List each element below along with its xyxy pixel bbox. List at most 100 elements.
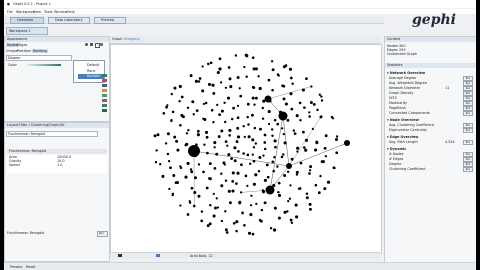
attribute-select[interactable]: Degree [6,55,72,61]
graph-node[interactable] [230,157,233,160]
graph-node[interactable] [288,67,293,71]
graph-node[interactable] [320,95,323,98]
graph-node[interactable] [186,213,190,216]
preview-mode-button[interactable]: Preview [94,17,126,24]
graph-node[interactable] [218,57,222,61]
graph-node[interactable] [206,151,209,155]
graph-node[interactable] [242,125,245,128]
graph-node[interactable] [265,163,269,167]
graph-node[interactable] [295,170,299,174]
graph-node[interactable] [308,111,311,114]
graph-node[interactable] [252,86,256,89]
reset-button[interactable]: Reset [26,265,35,269]
graph-node[interactable] [294,203,298,207]
graph-node[interactable] [276,73,280,76]
graph-node[interactable] [308,207,312,211]
graph-node[interactable] [299,161,303,165]
graph-node[interactable] [192,113,195,116]
graph-node[interactable] [317,191,321,195]
graph-node[interactable] [201,65,204,68]
graph-canvas[interactable] [110,44,382,254]
graph-node[interactable] [259,127,262,131]
graph-node[interactable] [209,204,212,207]
graph-node[interactable] [260,208,264,212]
graph-node[interactable] [255,202,258,206]
graph-node[interactable] [196,129,200,133]
graph-node[interactable] [229,85,233,89]
graph-node[interactable] [272,169,275,173]
palette-swatch[interactable] [102,79,107,82]
graph-node[interactable] [216,206,220,209]
palette-swatch[interactable] [102,109,107,112]
graph-node[interactable] [237,150,240,153]
menu-file[interactable]: File [7,10,13,14]
graph-node[interactable] [289,92,293,96]
graph-hub-node[interactable] [264,95,272,103]
graph-node[interactable] [173,135,177,139]
graph-node[interactable] [235,140,239,144]
graph-node[interactable] [267,109,271,114]
graph-node[interactable] [224,228,228,232]
graph-node[interactable] [218,67,222,71]
graph-node[interactable] [274,145,277,149]
graph-node[interactable] [261,117,265,120]
graph-node[interactable] [310,85,313,88]
graph-node[interactable] [184,175,188,179]
graph-node[interactable] [179,204,182,207]
graph-node[interactable] [161,174,165,178]
graph-node[interactable] [258,86,262,91]
graph-node[interactable] [167,159,171,163]
graph-node[interactable] [282,84,286,88]
toggle-icon[interactable] [118,254,122,257]
graph-node[interactable] [291,82,294,85]
graph-node[interactable] [302,146,306,149]
graph-node[interactable] [200,210,204,213]
graph-node[interactable] [305,196,309,200]
graph-node[interactable] [263,141,267,144]
graph-node[interactable] [253,103,256,106]
graph-node[interactable] [178,100,181,103]
graph-node[interactable] [251,138,255,142]
menu-view[interactable]: View [33,10,41,14]
graph-node[interactable] [277,190,280,194]
graph-node[interactable] [226,144,229,147]
graph-node[interactable] [193,191,197,194]
graph-hub-node[interactable] [188,145,200,157]
graph-node[interactable] [247,123,250,126]
graph-node[interactable] [263,201,267,205]
graph-node[interactable] [232,221,236,225]
graph-node[interactable] [228,128,232,132]
graph-node[interactable] [271,160,275,164]
graph-node[interactable] [226,96,231,100]
graph-node[interactable] [252,182,256,186]
graph-node[interactable] [251,96,255,100]
graph-node[interactable] [220,219,224,223]
graph-node[interactable] [208,177,212,181]
filter-tab[interactable]: Filter / Clustering/Graph/Sc [19,123,65,127]
graph-node[interactable] [212,192,215,195]
graph-node[interactable] [243,224,246,227]
graph-node[interactable] [166,152,170,156]
graph-node[interactable] [309,165,313,169]
palette-swatch[interactable] [102,89,107,92]
menu-workspace[interactable]: Workspace [16,10,35,14]
graph-node[interactable] [236,76,240,79]
graph-node[interactable] [324,134,328,138]
graph-node[interactable] [217,135,221,139]
graph-node[interactable] [215,152,219,156]
graph-node[interactable] [305,192,309,196]
graph-node[interactable] [200,219,204,223]
graph-node[interactable] [269,226,273,230]
graph-node[interactable] [220,184,224,188]
graph-node[interactable] [261,189,265,192]
stats-run-button[interactable]: Run [463,140,473,145]
graph-node[interactable] [251,153,254,156]
graph-node[interactable] [304,77,308,81]
graph-node[interactable] [242,152,245,155]
graph-node[interactable] [208,162,212,166]
graph-node[interactable] [263,133,267,137]
graph-hub-node[interactable] [265,185,275,195]
graph-node[interactable] [335,135,339,138]
graph-node[interactable] [334,137,339,142]
graph-node[interactable] [249,213,253,217]
